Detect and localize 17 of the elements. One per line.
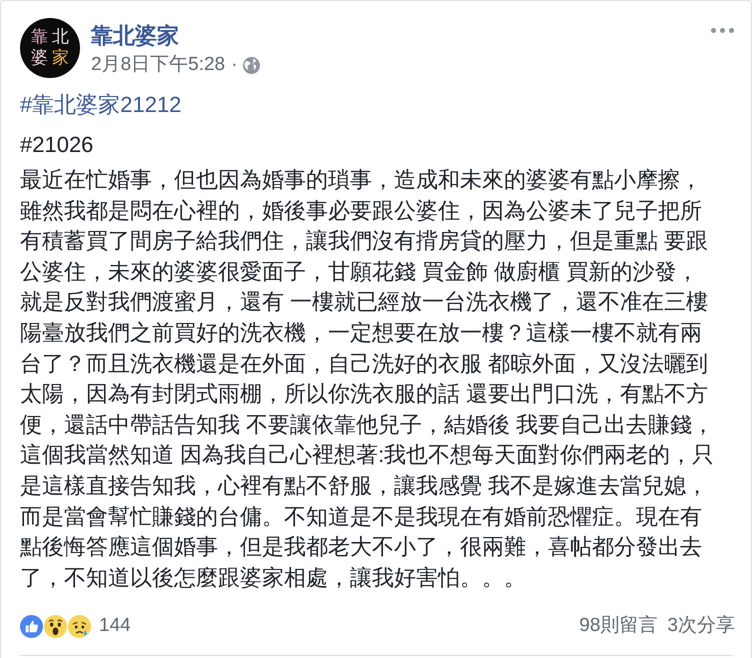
timestamp-link[interactable]: 2月8日下午5:28 [91, 54, 226, 76]
comments-count-link[interactable]: 98則留言 [579, 615, 658, 638]
thumbs-up-icon [20, 614, 43, 638]
more-options-icon[interactable] [711, 28, 734, 33]
crying-face-icon [68, 614, 91, 638]
shares-count-link[interactable]: 3次分享 [667, 615, 735, 638]
separator-dot: · [231, 54, 238, 76]
surprised-face-icon [44, 614, 67, 638]
logo-text: 靠北 [30, 27, 73, 48]
reaction-count-link[interactable]: 144 [99, 615, 131, 638]
hashtag-link[interactable]: #靠北婆家21212 [20, 90, 182, 120]
post-number: #21026 [20, 131, 94, 159]
logo-text: 婆家 [30, 48, 73, 69]
post-body-text: 最近在忙婚事，但也因為婚事的瑣事，造成和未來的婆婆有點小摩擦，雖然我都是悶在心裡的，婚後事必要跟公婆住，因為公婆未了兒子把所有積蓄買了間房子給我們住，讓我們沒有揹房貸的壓力，但是重點 要跟公婆住，未來的婆婆很愛面子，甘願花錢 買金飾 做廚櫃 買新的沙發，就是反對我們渡蜜月，還有 一樓就已經放一台洗衣機了，還不准在三樓陽臺放我們之前買好的洗衣機，一定想要在放一樓？這樣一樓不就有兩台了？而且洗衣機還是在外面，自己洗好的衣服 都晾外面，又沒法曬到太陽，因為有封閉式雨棚，所以你洗衣服的話 還要出門口洗，有點不方便，還話中帶話告知我 不要讓依靠他兒子，結婚後 我要自己出去賺錢，這個我當然知道 因為我自己心裡想著:我也不想每天面對你們兩老的，只是這樣直接告知我，心裡有點不舒服，讓我感覺 我不是嫁進去當兒媳，而是當會幫忙賺錢的台傭。不知道是不是我現在有婚前恐懼症。現在有點後悔答應這個婚事，但是我都老大不小了，很兩難，喜帖都分發出去了，不知道以後怎麼跟婆家相處，讓我好害怕。。。 [20, 166, 716, 592]
page-name-link[interactable]: 靠北婆家 [91, 23, 179, 49]
globe-icon [243, 56, 260, 74]
avatar-logo[interactable]: 靠北 婆家 [20, 18, 80, 78]
